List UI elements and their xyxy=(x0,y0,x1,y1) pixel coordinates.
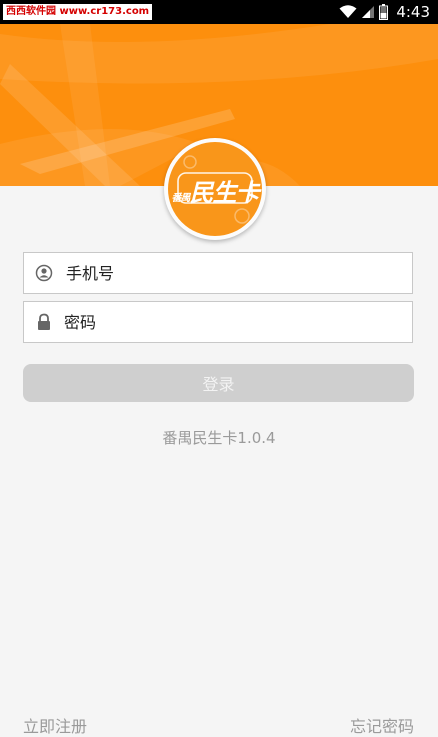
status-icons: 4:43 xyxy=(339,0,430,24)
logo-badge: 番禺民生卡 xyxy=(168,142,262,236)
forgot-password-link[interactable]: 忘记密码 xyxy=(350,717,414,737)
logo-text: 番禺民生卡 xyxy=(168,173,262,208)
logo-small-text: 番禺 xyxy=(171,193,191,204)
login-button[interactable]: 登录 xyxy=(23,364,414,402)
register-link[interactable]: 立即注册 xyxy=(23,717,87,737)
password-field xyxy=(23,301,413,343)
logo-main-text: 民生卡 xyxy=(189,178,260,207)
watermark: 西西软件园 www.cr173.com xyxy=(3,4,153,20)
battery-icon xyxy=(379,4,389,20)
phone-field xyxy=(23,252,413,294)
signal-icon xyxy=(362,6,375,18)
status-time: 4:43 xyxy=(396,3,430,21)
status-bar: 西西软件园 www.cr173.com 4:43 xyxy=(0,0,438,24)
wifi-icon xyxy=(339,5,357,18)
lock-icon xyxy=(24,302,64,342)
user-icon xyxy=(24,253,64,293)
app-version: 番禺民生卡1.0.4 xyxy=(162,429,276,447)
phone-input[interactable] xyxy=(64,253,412,293)
app-logo: 番禺民生卡 xyxy=(164,138,266,240)
password-input[interactable] xyxy=(64,302,412,342)
